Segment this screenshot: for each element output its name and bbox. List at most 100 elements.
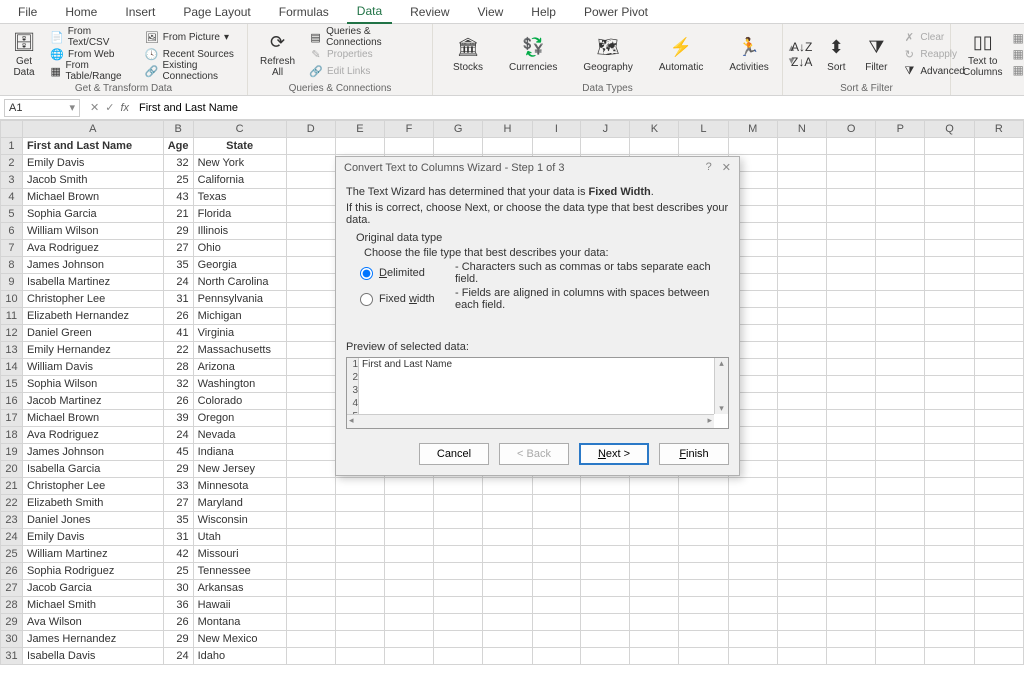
- row-header[interactable]: 18: [1, 427, 23, 444]
- cell[interactable]: [630, 648, 679, 665]
- cell[interactable]: [777, 461, 826, 478]
- cell[interactable]: 30: [163, 580, 193, 597]
- cell[interactable]: [925, 325, 974, 342]
- column-header-A[interactable]: A: [22, 121, 163, 138]
- cell[interactable]: Indiana: [193, 444, 286, 461]
- cell[interactable]: [826, 393, 875, 410]
- cell[interactable]: [925, 342, 974, 359]
- cell[interactable]: 21: [163, 206, 193, 223]
- cell[interactable]: Hawaii: [193, 597, 286, 614]
- cell[interactable]: [925, 648, 974, 665]
- cell[interactable]: 24: [163, 274, 193, 291]
- cell[interactable]: [777, 240, 826, 257]
- cell[interactable]: 25: [163, 172, 193, 189]
- cell[interactable]: Tennessee: [193, 563, 286, 580]
- cell[interactable]: [630, 495, 679, 512]
- cell[interactable]: Christopher Lee: [22, 478, 163, 495]
- cell[interactable]: [974, 461, 1023, 478]
- cell[interactable]: [777, 257, 826, 274]
- cell[interactable]: William Wilson: [22, 223, 163, 240]
- flash-fill-icon[interactable]: ▦: [1012, 31, 1023, 45]
- cell[interactable]: William Davis: [22, 359, 163, 376]
- cell[interactable]: [777, 155, 826, 172]
- cell[interactable]: [286, 155, 335, 172]
- cell[interactable]: [532, 580, 581, 597]
- cell[interactable]: [286, 359, 335, 376]
- cell[interactable]: [826, 257, 875, 274]
- cell[interactable]: [679, 563, 728, 580]
- properties-button[interactable]: ✎Properties: [305, 46, 426, 63]
- cell[interactable]: [679, 478, 728, 495]
- cell[interactable]: 32: [163, 155, 193, 172]
- cell[interactable]: [434, 546, 483, 563]
- cell[interactable]: [335, 648, 384, 665]
- cell[interactable]: [532, 614, 581, 631]
- cell[interactable]: Isabella Martinez: [22, 274, 163, 291]
- cell[interactable]: [777, 138, 826, 155]
- select-all-corner[interactable]: [1, 121, 23, 138]
- row-header[interactable]: 4: [1, 189, 23, 206]
- cell[interactable]: First and Last Name: [22, 138, 163, 155]
- cell[interactable]: [876, 648, 925, 665]
- cell[interactable]: [335, 495, 384, 512]
- row-header[interactable]: 13: [1, 342, 23, 359]
- stocks-button[interactable]: 🏛Stocks: [447, 34, 489, 75]
- cell[interactable]: 45: [163, 444, 193, 461]
- sort-desc-icon[interactable]: Z↓A: [791, 55, 812, 69]
- cell[interactable]: California: [193, 172, 286, 189]
- cell[interactable]: [630, 563, 679, 580]
- cell[interactable]: [532, 546, 581, 563]
- cell[interactable]: [581, 546, 630, 563]
- cell[interactable]: [483, 546, 532, 563]
- cell[interactable]: [974, 512, 1023, 529]
- cell[interactable]: New York: [193, 155, 286, 172]
- cell[interactable]: [826, 444, 875, 461]
- cell[interactable]: [679, 529, 728, 546]
- cell[interactable]: [384, 563, 433, 580]
- row-header[interactable]: 7: [1, 240, 23, 257]
- sort-asc-icon[interactable]: A↓Z: [791, 40, 812, 54]
- cell[interactable]: Ava Rodriguez: [22, 427, 163, 444]
- cell[interactable]: [384, 546, 433, 563]
- cell[interactable]: [777, 427, 826, 444]
- tab-review[interactable]: Review: [400, 1, 459, 23]
- cell[interactable]: [925, 240, 974, 257]
- cell[interactable]: [581, 563, 630, 580]
- cell[interactable]: [483, 580, 532, 597]
- cell[interactable]: 26: [163, 614, 193, 631]
- cell[interactable]: 32: [163, 376, 193, 393]
- cell[interactable]: [483, 138, 532, 155]
- cell[interactable]: Massachusetts: [193, 342, 286, 359]
- row-header[interactable]: 2: [1, 155, 23, 172]
- automatic-button[interactable]: ⚡Automatic: [653, 34, 709, 75]
- cell[interactable]: Daniel Green: [22, 325, 163, 342]
- cell[interactable]: 26: [163, 308, 193, 325]
- cell[interactable]: [286, 291, 335, 308]
- cell[interactable]: [434, 580, 483, 597]
- cell[interactable]: 22: [163, 342, 193, 359]
- cell[interactable]: [630, 580, 679, 597]
- cell[interactable]: [286, 223, 335, 240]
- cell[interactable]: [974, 240, 1023, 257]
- cell[interactable]: [925, 427, 974, 444]
- cell[interactable]: [728, 648, 777, 665]
- row-header[interactable]: 25: [1, 546, 23, 563]
- cell[interactable]: [630, 512, 679, 529]
- cell[interactable]: Sophia Garcia: [22, 206, 163, 223]
- tab-power-pivot[interactable]: Power Pivot: [574, 1, 658, 23]
- column-header-P[interactable]: P: [876, 121, 925, 138]
- cell[interactable]: 27: [163, 495, 193, 512]
- cell[interactable]: [826, 614, 875, 631]
- row-header[interactable]: 26: [1, 563, 23, 580]
- cell[interactable]: [826, 580, 875, 597]
- cell[interactable]: [876, 257, 925, 274]
- cell[interactable]: Arkansas: [193, 580, 286, 597]
- cell[interactable]: [826, 172, 875, 189]
- cell[interactable]: [876, 563, 925, 580]
- cell[interactable]: [876, 138, 925, 155]
- cell[interactable]: [876, 189, 925, 206]
- cell[interactable]: [974, 648, 1023, 665]
- cell[interactable]: [384, 495, 433, 512]
- cell[interactable]: [532, 512, 581, 529]
- cell[interactable]: [777, 580, 826, 597]
